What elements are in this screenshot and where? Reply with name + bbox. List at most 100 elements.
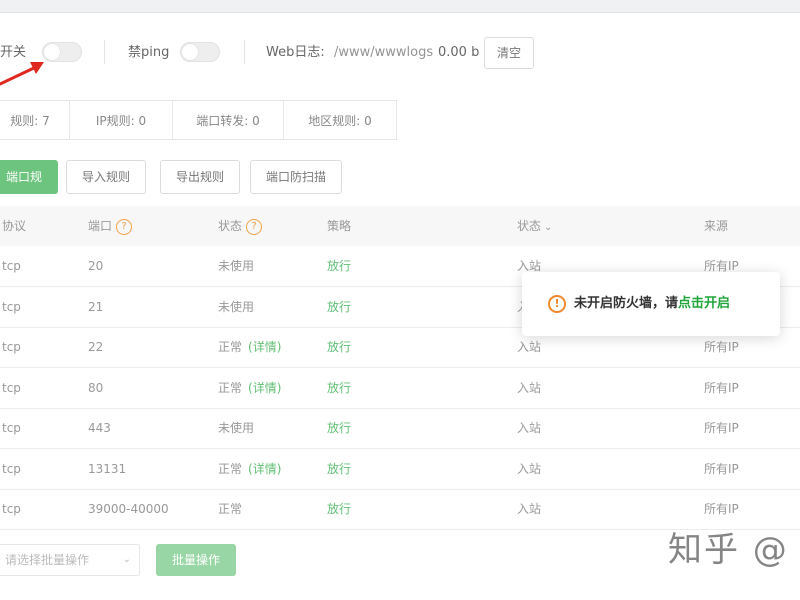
cell-source-text: 所有IP (704, 380, 739, 395)
cell-policy[interactable]: 放行 (327, 327, 351, 367)
cell-port: 443 (88, 408, 111, 448)
cell-protocol: tcp (2, 327, 21, 367)
cell-port: 80 (88, 368, 103, 408)
cell-policy-text: 放行 (327, 380, 352, 395)
cell-status: 正常 (详情) (218, 449, 281, 489)
cell-direction-text: 入站 (517, 259, 542, 273)
cell-policy-text: 放行 (327, 502, 352, 516)
status-detail-link[interactable]: (详情) (248, 340, 281, 354)
bulk-select-placeholder: 请选择批量操作 (5, 553, 90, 567)
cell-policy-text: 放行 (327, 299, 352, 314)
cell-protocol: tcp (2, 489, 21, 529)
cell-protocol: tcp (2, 449, 21, 489)
cell-direction-text: 入站 (517, 340, 542, 354)
header-status-label: 状态 (218, 219, 243, 233)
header-status: 状态? (218, 206, 263, 246)
cell-protocol: tcp (2, 246, 21, 286)
cell-protocol-text: tcp (2, 502, 21, 516)
ban-ping-label: 禁ping (128, 45, 170, 60)
cell-port-text: 21 (88, 299, 104, 314)
export-rules-button[interactable]: 导出规则 (160, 160, 240, 194)
cell-policy[interactable]: 放行 (327, 287, 351, 327)
cell-status: 正常 (218, 489, 242, 529)
cell-direction: 入站 (517, 408, 541, 448)
cell-policy-text: 放行 (327, 340, 352, 354)
cell-protocol-text: tcp (2, 380, 21, 395)
cell-policy[interactable]: 放行 (327, 246, 351, 286)
stat-ip-rules: IP规则: 0 (69, 100, 173, 140)
help-icon[interactable]: ? (116, 218, 133, 235)
cell-status: 未使用 (218, 246, 254, 286)
cell-protocol: tcp (2, 287, 21, 327)
cell-policy-text: 放行 (327, 421, 352, 435)
cell-protocol: tcp (2, 408, 21, 448)
cell-policy[interactable]: 放行 (327, 368, 351, 408)
web-log-path-link[interactable]: /www/wwwlogs (334, 36, 433, 70)
chevron-down-icon: ⌄ (544, 222, 553, 233)
cell-protocol: tcp (2, 368, 21, 408)
header-port: 端口? (88, 206, 133, 246)
divider (104, 40, 105, 64)
cell-policy[interactable]: 放行 (327, 408, 351, 448)
cell-status-text: 正常 (218, 340, 243, 354)
cell-status-text: 未使用 (218, 421, 255, 435)
bulk-action-button[interactable]: 批量操作 (156, 544, 236, 576)
clear-log-button[interactable]: 清空 (484, 37, 534, 69)
header-direction-label: 状态 (517, 219, 542, 233)
status-detail-link[interactable]: (详情) (248, 381, 281, 395)
port-scan-protect-button[interactable]: 端口防扫描 (250, 160, 342, 194)
cell-port-text: 22 (88, 340, 104, 354)
cell-status: 正常 (详情) (218, 327, 281, 367)
cell-policy[interactable]: 放行 (327, 449, 351, 489)
cell-port: 13131 (88, 449, 126, 489)
header-port-label: 端口 (88, 219, 113, 233)
toggle-knob (182, 44, 198, 60)
warning-icon: ! (548, 295, 566, 313)
table-row: tcp 13131 正常 (详情) 放行 入站 所有IP (0, 449, 800, 490)
web-log-size: 0.00 b (438, 45, 480, 60)
header-direction[interactable]: 状态 ⌄ (517, 206, 552, 246)
stat-region-rules: 地区规则: 0 (283, 100, 397, 140)
cell-port: 39000-40000 (88, 489, 169, 529)
cell-protocol-text: tcp (2, 299, 21, 314)
firewall-page: 开关 禁ping Web日志: /www/wwwlogs 0.00 b 清空 规… (0, 0, 800, 600)
enable-firewall-link[interactable]: 点击开启 (678, 296, 730, 311)
table-row: tcp 80 正常 (详情) 放行 入站 所有IP (0, 368, 800, 409)
cell-port: 21 (88, 287, 103, 327)
cell-port-text: 443 (88, 421, 111, 435)
cell-policy[interactable]: 放行 (327, 489, 351, 529)
table-header: 协议 端口? 状态? 策略 状态 ⌄ 来源 (0, 206, 800, 246)
cell-direction: 入站 (517, 489, 541, 529)
help-icon[interactable]: ? (246, 218, 263, 235)
divider (244, 40, 245, 64)
cell-direction: 入站 (517, 449, 541, 489)
cell-port: 22 (88, 327, 103, 367)
cell-status-text: 正常 (218, 380, 243, 395)
cell-source: 所有IP (704, 408, 739, 448)
cell-status: 正常 (详情) (218, 368, 281, 408)
cell-port-text: 80 (88, 380, 104, 395)
ban-ping-toggle[interactable] (180, 42, 220, 62)
cell-port-text: 13131 (88, 461, 127, 476)
cell-port: 20 (88, 246, 103, 286)
cell-policy-text: 放行 (327, 461, 352, 476)
annotation-arrow-icon (0, 62, 44, 86)
import-rules-button[interactable]: 导入规则 (66, 160, 146, 194)
firewall-disabled-popup: ! 未开启防火墙，请点击开启 (522, 272, 780, 336)
cell-protocol-text: tcp (2, 461, 21, 476)
bulk-action-select[interactable]: 请选择批量操作 ⌄ (0, 544, 140, 576)
cell-direction: 入站 (517, 368, 541, 408)
cell-direction-text: 入站 (517, 461, 542, 476)
status-detail-link[interactable]: (详情) (248, 462, 281, 476)
cell-source: 所有IP (704, 368, 739, 408)
stat-port-forward: 端口转发: 0 (172, 100, 284, 140)
cell-protocol-text: tcp (2, 340, 21, 354)
cell-port-text: 39000-40000 (88, 502, 169, 516)
cell-status: 未使用 (218, 287, 254, 327)
cell-direction-text: 入站 (517, 421, 542, 435)
add-port-rule-button[interactable]: 端口规则 (0, 160, 58, 216)
cell-source-text: 所有IP (704, 259, 739, 273)
firewall-settings-row: 开关 禁ping Web日志: /www/wwwlogs 0.00 b 清空 (0, 36, 800, 70)
cell-port-text: 20 (88, 259, 104, 273)
cell-direction-text: 入站 (517, 502, 542, 516)
